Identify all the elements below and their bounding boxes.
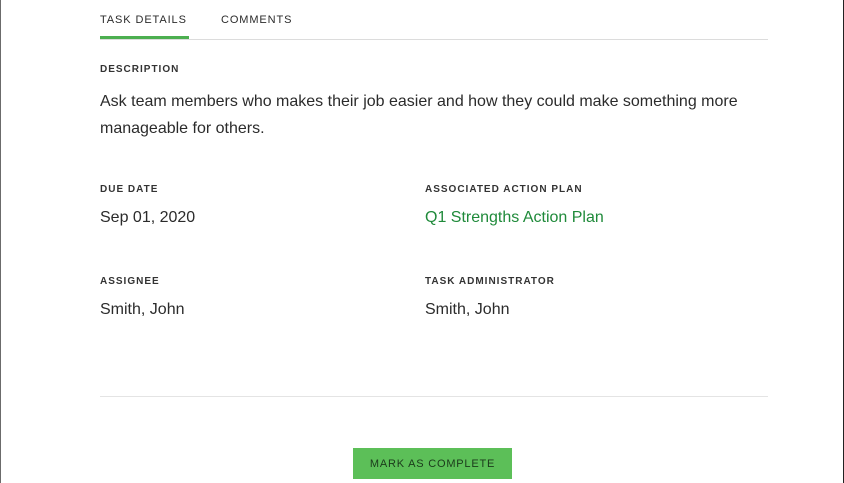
action-plan-link[interactable]: Q1 Strengths Action Plan bbox=[425, 209, 604, 226]
tab-comments[interactable]: COMMENTS bbox=[221, 14, 292, 26]
tab-task-details[interactable]: TASK DETAILS bbox=[100, 14, 187, 26]
description-text: Ask team members who makes their job eas… bbox=[100, 93, 738, 137]
assignee-value: Smith, John bbox=[100, 301, 185, 318]
task-panel: TASK DETAILS COMMENTS DESCRIPTION Ask te… bbox=[0, 0, 844, 483]
task-administrator-label: TASK ADMINISTRATOR bbox=[425, 276, 555, 287]
section-divider bbox=[100, 396, 768, 397]
task-administrator-value: Smith, John bbox=[425, 301, 510, 318]
due-date-label: DUE DATE bbox=[100, 184, 159, 195]
action-plan-label: ASSOCIATED ACTION PLAN bbox=[425, 184, 583, 195]
description-label: DESCRIPTION bbox=[100, 64, 180, 75]
mark-as-complete-button[interactable]: MARK AS COMPLETE bbox=[353, 448, 512, 479]
assignee-label: ASSIGNEE bbox=[100, 276, 160, 287]
due-date-value: Sep 01, 2020 bbox=[100, 209, 196, 226]
tab-bar: TASK DETAILS COMMENTS bbox=[100, 0, 768, 40]
active-tab-indicator bbox=[100, 36, 189, 39]
